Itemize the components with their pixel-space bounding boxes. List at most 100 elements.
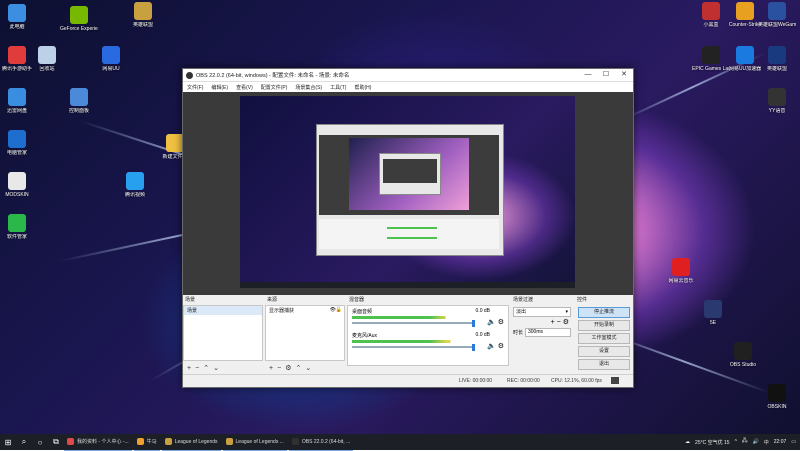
desktop-icon[interactable]: GeForce Experience <box>60 6 98 32</box>
scene-item[interactable]: 场景 <box>184 306 262 315</box>
network-icon[interactable]: 🖧 <box>742 438 748 446</box>
remove-source-icon[interactable]: − <box>277 365 281 372</box>
mixer-header: 混音器 <box>349 297 365 303</box>
ime-indicator[interactable]: 中 <box>764 439 769 446</box>
app-icon <box>164 438 172 445</box>
taskbar-app-label: 牛马 <box>146 439 157 445</box>
desktop-icon-label: 小黑盒 <box>703 22 719 28</box>
channel-name: 麦克风/Aux <box>352 333 378 339</box>
volume-slider-knob[interactable] <box>472 344 475 351</box>
desktop-icon[interactable]: YY语音 <box>758 88 796 114</box>
app-icon <box>768 2 786 20</box>
settings-button[interactable]: 设置 <box>578 346 630 357</box>
transitions-dock: 场景过渡 淡出 ▾ + − ⚙ 时长 300ms <box>511 296 573 374</box>
menu-file[interactable]: 文件(F) <box>187 84 203 91</box>
minimize-icon[interactable]: — <box>579 69 597 81</box>
cortana-icon[interactable]: ○ <box>32 434 48 450</box>
volume-slider[interactable] <box>352 346 472 348</box>
system-tray: ☁ 25°C 空气优 15 ^ 🖧 🔊 中 22:07 ▭ <box>680 434 796 450</box>
remove-transition-icon[interactable]: − <box>557 319 561 326</box>
duration-spinbox[interactable]: 300ms <box>525 328 571 337</box>
obs-titlebar[interactable]: OBS 22.0.2 (64-bit, windows) - 配置文件: 未命名… <box>183 69 633 82</box>
app-icon <box>126 172 144 190</box>
notification-icon[interactable]: ▭ <box>791 439 796 445</box>
weather-icon[interactable]: ☁ <box>685 439 690 445</box>
desktop-icon[interactable]: OBSKIN <box>758 384 796 410</box>
add-source-icon[interactable]: + <box>269 365 273 372</box>
app-icon <box>768 46 786 64</box>
transition-settings-icon[interactable]: ⚙ <box>563 319 569 326</box>
source-item[interactable]: 显示器捕获 👁 🔓 <box>266 306 344 315</box>
desktop-icon[interactable]: 小黑盒 <box>692 2 730 28</box>
nested-capture <box>349 138 469 210</box>
desktop-icon[interactable]: 英雄联盟 <box>124 2 162 28</box>
desktop-icon[interactable]: EPIC Games Launcher <box>692 46 730 72</box>
desktop-icon[interactable]: 控制面板 <box>60 88 98 114</box>
obs-preview[interactable] <box>183 92 633 295</box>
studio-mode-button[interactable]: 工作室模式 <box>578 333 630 344</box>
menu-help[interactable]: 帮助(H) <box>354 84 371 91</box>
desktop-icon[interactable]: 腾讯视频 <box>116 172 154 198</box>
taskbar-app-button[interactable]: 牛马 <box>133 434 160 451</box>
add-transition-icon[interactable]: + <box>551 319 555 326</box>
tray-overflow-icon[interactable]: ^ <box>735 439 737 445</box>
scenes-list: 场景 <box>183 305 263 361</box>
desktop-icon[interactable]: 软件管家 <box>0 214 36 240</box>
desktop-icon-label: EPIC Games Launcher <box>692 66 730 72</box>
taskbar-app-button[interactable]: 我的资料 - 个人中心 -... <box>64 434 132 451</box>
menu-view[interactable]: 查看(V) <box>236 84 253 91</box>
maximize-icon[interactable]: ☐ <box>597 69 615 81</box>
stop-streaming-button[interactable]: 停止推流 <box>578 307 630 318</box>
move-up-icon[interactable]: ⌃ <box>203 364 209 372</box>
move-up-icon[interactable]: ⌃ <box>295 364 301 372</box>
gear-icon[interactable]: ⚙ <box>498 318 504 326</box>
exit-button[interactable]: 退出 <box>578 359 630 370</box>
desktop-icon[interactable]: MODSKIN <box>0 172 36 198</box>
desktop-icon-label: OBSKIN <box>767 404 787 410</box>
speaker-icon[interactable]: 🔈 <box>487 342 496 350</box>
search-icon[interactable]: ⌕ <box>16 434 32 450</box>
windows-start-icon[interactable]: ⊞ <box>0 434 16 450</box>
desktop-icon[interactable]: OBS Studio <box>724 342 762 368</box>
desktop-icon[interactable]: 回收站 <box>28 46 66 72</box>
menu-scene-collection[interactable]: 场景集合(S) <box>295 84 322 91</box>
menu-edit[interactable]: 编辑(E) <box>211 84 228 91</box>
desktop-icon[interactable]: 迅雷网盘 <box>0 88 36 114</box>
gear-icon[interactable]: ⚙ <box>498 342 504 350</box>
menu-profile[interactable]: 配置文件(P) <box>261 84 288 91</box>
preview-capture <box>240 96 575 288</box>
desktop-icon[interactable]: 电脑管家 <box>0 130 36 156</box>
add-scene-icon[interactable]: + <box>187 365 191 372</box>
close-icon[interactable]: ✕ <box>615 69 633 81</box>
taskbar-app-button[interactable]: League of Legends <box>161 434 221 451</box>
desktop-icon[interactable]: 网易UU <box>92 46 130 72</box>
clock[interactable]: 22:07 <box>774 439 787 445</box>
desktop-icon[interactable]: 英雄联盟 <box>758 46 796 72</box>
volume-slider-knob[interactable] <box>472 320 475 327</box>
move-down-icon[interactable]: ⌄ <box>305 364 311 372</box>
obs-window[interactable]: OBS 22.0.2 (64-bit, windows) - 配置文件: 未命名… <box>182 68 634 388</box>
app-icon <box>702 2 720 20</box>
taskbar-app-button[interactable]: OBS 22.0.2 (64-bit, ... <box>288 434 354 451</box>
lock-icon[interactable]: 🔓 <box>336 307 342 313</box>
move-down-icon[interactable]: ⌄ <box>213 364 219 372</box>
taskbar-app-button[interactable]: League of Legends ... <box>222 434 287 451</box>
weather-text[interactable]: 25°C 空气优 15 <box>695 439 730 446</box>
remove-scene-icon[interactable]: − <box>195 365 199 372</box>
volume-icon[interactable]: 🔊 <box>753 439 759 445</box>
start-recording-button[interactable]: 开始录制 <box>578 320 630 331</box>
transitions-header: 场景过渡 <box>513 297 534 303</box>
cpu-status: CPU: 12.1%, 60.00 fps <box>551 378 602 384</box>
desktop-icon[interactable]: 此电脑 <box>0 4 36 30</box>
menu-tools[interactable]: 工具(T) <box>330 84 346 91</box>
app-icon <box>768 384 786 402</box>
volume-slider[interactable] <box>352 322 472 324</box>
source-settings-icon[interactable]: ⚙ <box>285 364 291 372</box>
desktop-icon[interactable]: 网易云音乐 <box>662 258 700 284</box>
speaker-icon[interactable]: 🔈 <box>487 318 496 326</box>
nested-taskbar <box>240 282 575 288</box>
task-view-icon[interactable]: ⧉ <box>48 434 64 450</box>
desktop-icon[interactable]: 英雄联盟WeGame版 <box>758 2 796 28</box>
desktop-icon[interactable]: 5E <box>694 300 732 326</box>
transition-select[interactable]: 淡出 ▾ <box>513 307 571 317</box>
